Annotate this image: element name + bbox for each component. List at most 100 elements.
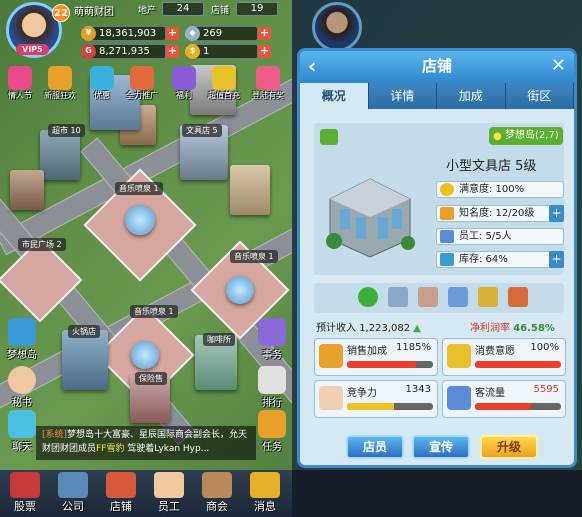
event-discount[interactable]: 优惠 xyxy=(84,66,120,102)
rank-button[interactable]: 排行 xyxy=(252,366,292,409)
add-assets-button[interactable]: + xyxy=(166,45,179,58)
tab-details[interactable]: 详情 xyxy=(368,83,437,109)
cash-value: 18,361,903 xyxy=(99,28,157,39)
goods-icon[interactable] xyxy=(448,287,468,307)
megaphone-icon xyxy=(440,207,454,220)
supermarket-building[interactable] xyxy=(40,130,80,180)
add-token-button[interactable]: + xyxy=(258,45,271,58)
rank-icon xyxy=(258,366,286,394)
balloon-icon xyxy=(256,66,280,90)
nav-shop[interactable]: 店铺 xyxy=(96,470,146,517)
tasks-icon xyxy=(258,410,286,438)
building[interactable] xyxy=(10,170,44,210)
secretary-icon xyxy=(8,366,36,394)
action-icon-row xyxy=(314,283,564,313)
map-sign-insurance[interactable]: 保险售 xyxy=(135,372,167,385)
map-sign-fountain[interactable]: 音乐喷泉 1 xyxy=(130,305,178,318)
stock-field: 库存: 64% + xyxy=(436,251,564,268)
staff-group-icon[interactable] xyxy=(418,287,438,307)
bottom-nav-dim xyxy=(292,470,582,517)
chat-bubble-icon xyxy=(8,410,36,438)
location-button[interactable]: ● 梦想岛(2,7) xyxy=(489,127,563,145)
tab-overview[interactable]: 概况 xyxy=(300,83,369,109)
map-sign-coffee[interactable]: 咖啡所 xyxy=(203,333,235,346)
add-popularity-button[interactable]: + xyxy=(549,205,564,222)
staff-field: 员工: 5/5人 xyxy=(436,228,564,245)
city-map-view[interactable]: 超市 10 文具店 5 音乐喷泉 1 市民广场 2 音乐喷泉 1 音乐喷泉 1 … xyxy=(0,0,292,517)
nav-stock[interactable]: 股票 xyxy=(0,470,50,517)
tab-block[interactable]: 街区 xyxy=(505,83,574,109)
event-new-server[interactable]: 新服狂欢 xyxy=(42,66,78,102)
cash-coin-icon: ¥ xyxy=(81,26,96,41)
land-count: 24 xyxy=(162,2,204,16)
up-arrow-icon: ▲ xyxy=(413,323,421,334)
cart-icon xyxy=(447,344,471,368)
dialog-header: ‹ 店铺 ✕ xyxy=(300,51,574,83)
metric-sales-bonus: 销售加成 1185% xyxy=(314,338,438,376)
event-welfare[interactable]: 福利 xyxy=(166,66,202,102)
tasks-button[interactable]: 任务 xyxy=(252,410,292,453)
map-sign-hotpot[interactable]: 火锅店 xyxy=(68,325,100,338)
affairs-icon xyxy=(258,318,286,346)
status-icon[interactable] xyxy=(358,287,378,307)
player-avatar-dim xyxy=(312,2,362,52)
event-first-charge[interactable]: 超值首充 xyxy=(206,66,242,102)
upgrade-button[interactable]: 升级 xyxy=(480,435,538,459)
company-building-icon xyxy=(58,472,88,498)
location-text: 梦想岛(2,7) xyxy=(505,130,559,141)
manager-icon[interactable] xyxy=(388,287,408,307)
event-login-reward[interactable]: 登陆有奖 xyxy=(250,66,286,102)
affairs-button[interactable]: 事务 xyxy=(252,318,292,361)
token-icon: $ xyxy=(185,44,200,59)
promote-icon xyxy=(130,66,154,90)
nav-messages[interactable]: 消息 xyxy=(240,470,290,517)
fist-icon xyxy=(319,386,343,410)
nav-company[interactable]: 公司 xyxy=(48,470,98,517)
party-icon xyxy=(48,66,72,90)
gem-display: ◆ 269 + xyxy=(185,26,271,41)
map-sign-stationery[interactable]: 文具店 5 xyxy=(182,124,222,137)
secretary-button[interactable]: 秘书 xyxy=(2,366,42,409)
dream-island-button[interactable]: 梦想岛 xyxy=(2,318,42,361)
inventory-icon[interactable] xyxy=(478,287,498,307)
gem-value: 269 xyxy=(203,28,223,39)
building-icon[interactable] xyxy=(508,287,528,307)
shop-icon xyxy=(106,472,136,498)
tab-bonus[interactable]: 加成 xyxy=(437,83,506,109)
gem-icon: ◆ xyxy=(185,26,200,41)
map-sign-fountain[interactable]: 音乐喷泉 1 xyxy=(230,250,278,263)
staff-button[interactable]: 店员 xyxy=(346,435,404,459)
shop-name: 小型文具店 5级 xyxy=(446,159,537,174)
event-promote[interactable]: 全力推广 xyxy=(124,66,160,102)
assets-value: 8,271,935 xyxy=(99,46,150,57)
map-sign-supermarket[interactable]: 超市 10 xyxy=(48,124,85,137)
map-sign-fountain[interactable]: 音乐喷泉 1 xyxy=(115,182,163,195)
building[interactable] xyxy=(230,165,270,215)
system-chat-message[interactable]: [系统]梦想岛十大富豪、星辰国际商会副会长，允天财团财团成员FF雪豹 驾驶着Ly… xyxy=(36,426,256,460)
coins-icon xyxy=(212,66,236,90)
cash-display: ¥ 18,361,903 + xyxy=(81,26,179,41)
chat-highlight[interactable]: FF雪豹 xyxy=(96,444,124,454)
nav-chamber[interactable]: 商会 xyxy=(192,470,242,517)
map-sign-square[interactable]: 市民广场 2 xyxy=(18,238,66,251)
close-icon[interactable]: ✕ xyxy=(551,51,566,81)
edit-icon[interactable] xyxy=(320,129,338,145)
add-gem-button[interactable]: + xyxy=(258,27,271,40)
fountain xyxy=(226,276,254,304)
asset-coin-icon: G xyxy=(81,44,96,59)
add-stock-button[interactable]: + xyxy=(549,251,564,268)
nav-staff[interactable]: 员工 xyxy=(144,470,194,517)
promote-button[interactable]: 宣传 xyxy=(412,435,470,459)
hotpot-building[interactable] xyxy=(62,330,108,390)
back-arrow-icon[interactable]: ‹ xyxy=(308,51,316,81)
add-cash-button[interactable]: + xyxy=(166,27,179,40)
event-valentine[interactable]: 情人节 xyxy=(2,66,38,102)
metric-consume-will: 消费意愿 100% xyxy=(442,338,566,376)
expected-income: 预计收入 1,223,082 ▲ xyxy=(316,323,421,334)
vip-badge[interactable]: VIP5 xyxy=(16,44,49,55)
chamber-icon xyxy=(202,472,232,498)
fountain xyxy=(125,205,155,235)
profit-margin: 净利润率 46.58% xyxy=(470,323,555,334)
shop-count: 19 xyxy=(236,2,278,16)
token-value: 1 xyxy=(203,46,210,57)
